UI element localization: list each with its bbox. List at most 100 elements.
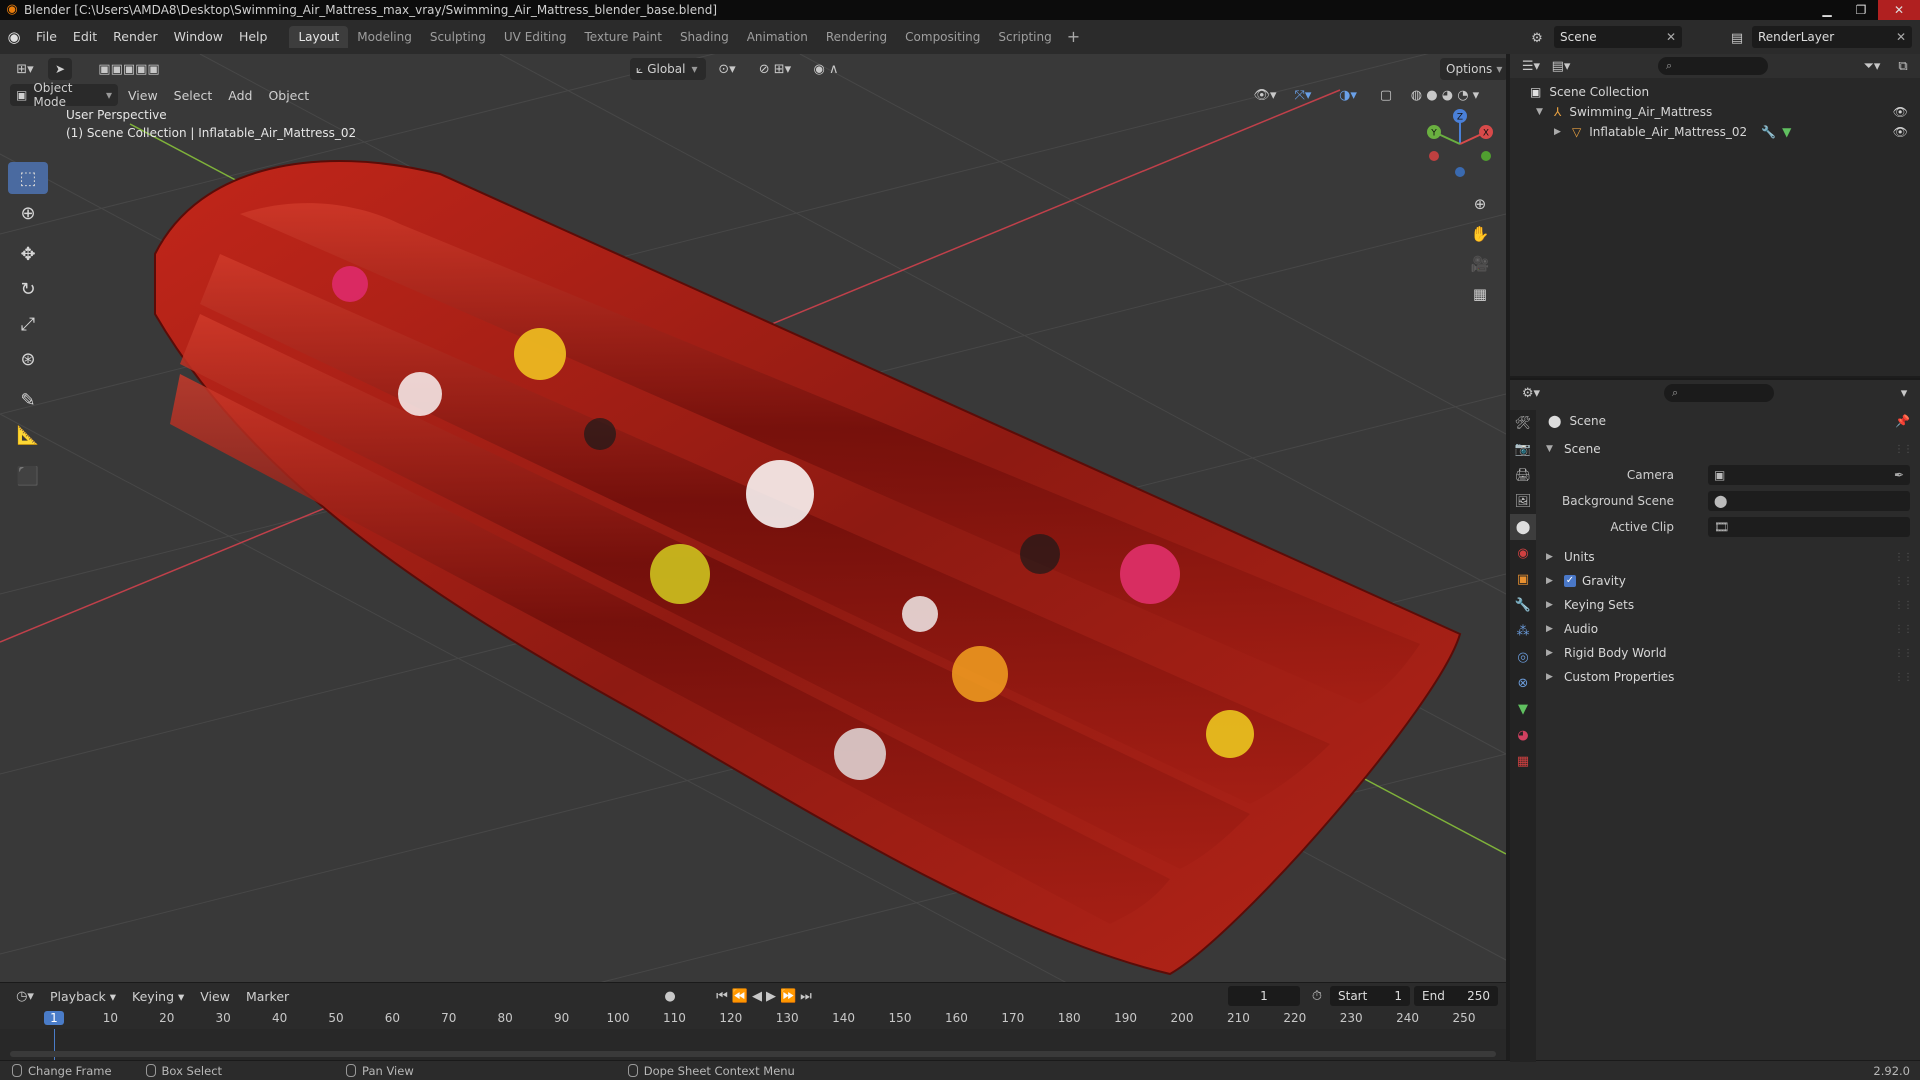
properties-search-input[interactable]: ⌕: [1664, 384, 1774, 402]
particles-properties-icon[interactable]: ⁂: [1510, 618, 1536, 644]
options-dropdown[interactable]: Options ▾: [1440, 58, 1506, 80]
timeline-editor-type-icon[interactable]: ◷▾: [8, 985, 42, 1007]
pan-hand-icon[interactable]: ✋: [1466, 220, 1494, 248]
select-tool-icon[interactable]: ➤: [48, 58, 72, 80]
measure-tool-icon[interactable]: 📐: [8, 419, 48, 451]
scene-properties-icon[interactable]: ⬤: [1510, 514, 1536, 540]
preview-range-icon[interactable]: ⏱: [1306, 985, 1328, 1007]
physics-properties-icon[interactable]: ◎: [1510, 644, 1536, 670]
drag-handle-icon[interactable]: ⋮⋮: [1894, 648, 1913, 659]
new-collection-icon[interactable]: ⧉: [1892, 56, 1914, 76]
drag-handle-icon[interactable]: ⋮⋮: [1894, 576, 1913, 587]
tab-layout[interactable]: Layout: [289, 26, 349, 48]
outliner-search-input[interactable]: ⌕: [1658, 57, 1768, 75]
tab-uv-editing[interactable]: UV Editing: [495, 26, 576, 48]
custom-properties-panel-header[interactable]: ▶ Custom Properties ⋮⋮: [1538, 666, 1920, 688]
constraints-properties-icon[interactable]: ⊗: [1510, 670, 1536, 696]
display-mode-icon[interactable]: ▤▾: [1546, 56, 1576, 76]
tab-modeling[interactable]: Modeling: [348, 26, 421, 48]
editor-type-icon[interactable]: ⊞▾: [8, 58, 42, 80]
xray-toggle-icon[interactable]: ▢: [1376, 84, 1396, 106]
chevron-down-icon[interactable]: ▾: [1896, 383, 1912, 403]
outliner-editor-type-icon[interactable]: ☰▾: [1516, 56, 1546, 76]
material-properties-icon[interactable]: ◕: [1510, 722, 1536, 748]
gizmo-toggle-icon[interactable]: ⤧▾: [1288, 84, 1318, 106]
data-properties-icon[interactable]: ▼: [1510, 696, 1536, 722]
scale-tool-icon[interactable]: ⤢: [8, 308, 48, 340]
outliner-scene-collection[interactable]: ▣ Scene Collection: [1510, 82, 1920, 102]
blender-menu-icon[interactable]: ◉: [0, 28, 28, 46]
move-tool-icon[interactable]: ✥: [8, 238, 48, 270]
scene-panel-header[interactable]: ▼ Scene ⋮⋮: [1538, 438, 1920, 460]
shading-mode-icons[interactable]: ◍ ● ◕ ◔ ▾: [1400, 84, 1490, 106]
select-box-tool-icon[interactable]: ⬚: [8, 162, 48, 194]
view-layer-properties-icon[interactable]: 🖼: [1510, 488, 1536, 514]
drag-handle-icon[interactable]: ⋮⋮: [1894, 672, 1913, 683]
world-properties-icon[interactable]: ◉: [1510, 540, 1536, 566]
properties-editor[interactable]: ⚙▾ ⌕ ▾ 🛠 📷 🖨 🖼 ⬤ ◉ ▣ 🔧 ⁂ ◎ ⊗ ▼ ◕ ▦ ⬤ Sce…: [1510, 378, 1920, 1062]
audio-panel-header[interactable]: ▶ Audio ⋮⋮: [1538, 618, 1920, 640]
modifier-properties-icon[interactable]: 🔧: [1510, 592, 1536, 618]
ortho-grid-icon[interactable]: ▦: [1466, 280, 1494, 308]
timeline-scrollbar[interactable]: [10, 1051, 1496, 1057]
camera-field[interactable]: ▣ ✒: [1708, 465, 1910, 485]
gravity-panel-header[interactable]: ▶ ✓ Gravity ⋮⋮: [1538, 570, 1920, 592]
object-properties-icon[interactable]: ▣: [1510, 566, 1536, 592]
transform-orientation-dropdown[interactable]: ⟀ Global ▾: [630, 58, 706, 80]
add-workspace-button[interactable]: +: [1061, 26, 1086, 48]
snap-icon[interactable]: ⊘ ⊞▾: [750, 58, 800, 80]
timeline-track-area[interactable]: [0, 1029, 1506, 1061]
expand-down-icon[interactable]: ▼: [1536, 107, 1546, 117]
visibility-icon[interactable]: 👁▾: [1250, 84, 1280, 106]
proportional-edit-icon[interactable]: ◉ ∧: [806, 58, 846, 80]
expand-right-icon[interactable]: ▶: [1554, 127, 1564, 137]
tab-shading[interactable]: Shading: [671, 26, 738, 48]
outliner-collection-row[interactable]: ▼ ⅄ Swimming_Air_Mattress 👁: [1510, 102, 1920, 122]
mode-dropdown[interactable]: ▣ Object Mode ▾: [10, 81, 118, 109]
drag-handle-icon[interactable]: ⋮⋮: [1894, 624, 1913, 635]
annotate-tool-icon[interactable]: ✎: [8, 384, 48, 416]
keying-sets-panel-header[interactable]: ▶ Keying Sets ⋮⋮: [1538, 594, 1920, 616]
drag-handle-icon[interactable]: ⋮⋮: [1894, 600, 1913, 611]
texture-properties-icon[interactable]: ▦: [1510, 748, 1536, 774]
filter-icon[interactable]: ⏷▾: [1858, 56, 1886, 76]
tab-compositing[interactable]: Compositing: [896, 26, 989, 48]
eye-icon[interactable]: 👁: [1893, 125, 1908, 139]
record-icon[interactable]: ●: [660, 986, 680, 1006]
active-clip-field[interactable]: 🎞: [1708, 517, 1910, 537]
drag-handle-icon[interactable]: ⋮⋮: [1894, 552, 1913, 563]
viewport-menu-add[interactable]: Add: [220, 88, 260, 103]
background-scene-field[interactable]: ⬤: [1708, 491, 1910, 511]
scene-close-icon[interactable]: ✕: [1666, 30, 1676, 44]
tab-animation[interactable]: Animation: [738, 26, 817, 48]
overlay-toggle-icon[interactable]: ◑▾: [1330, 84, 1366, 106]
output-properties-icon[interactable]: 🖨: [1510, 462, 1536, 488]
menu-edit[interactable]: Edit: [65, 26, 105, 48]
timeline-menu-marker[interactable]: Marker: [238, 989, 297, 1004]
layer-selector[interactable]: RenderLayer ✕: [1752, 26, 1912, 48]
drag-handle-icon[interactable]: ⋮⋮: [1894, 444, 1913, 455]
current-frame-field[interactable]: 1: [1228, 986, 1300, 1006]
units-panel-header[interactable]: ▶ Units ⋮⋮: [1538, 546, 1920, 568]
navigation-gizmo[interactable]: Z X Y: [1420, 104, 1500, 184]
minimize-button[interactable]: ▁: [1810, 0, 1844, 20]
timeline-menu-keying[interactable]: Keying ▾: [124, 989, 192, 1004]
start-frame-field[interactable]: Start 1: [1330, 986, 1410, 1006]
timeline-menu-view[interactable]: View: [192, 989, 238, 1004]
tool-properties-icon[interactable]: 🛠: [1510, 410, 1536, 436]
viewport-menu-view[interactable]: View: [120, 88, 166, 103]
viewport-menu-select[interactable]: Select: [166, 88, 221, 103]
scene-selector[interactable]: Scene ✕: [1554, 26, 1682, 48]
tab-scripting[interactable]: Scripting: [989, 26, 1060, 48]
playback-controls-icons[interactable]: ⏮⏪◀▶⏩⏭: [706, 986, 826, 1006]
zoom-icon[interactable]: ⊕: [1466, 190, 1494, 218]
close-button[interactable]: ✕: [1878, 0, 1920, 20]
frame-ruler[interactable]: 1 10 20 30 40 50 60 70 80 90 100 110 120 130 140 150 160…: [0, 1009, 1506, 1029]
cursor-tool-icon[interactable]: ⊕: [8, 197, 48, 229]
rigid-body-world-panel-header[interactable]: ▶ Rigid Body World ⋮⋮: [1538, 642, 1920, 664]
tab-texture-paint[interactable]: Texture Paint: [576, 26, 671, 48]
viewport-menu-object[interactable]: Object: [260, 88, 317, 103]
eyedropper-icon[interactable]: ✒: [1894, 468, 1904, 482]
camera-view-icon[interactable]: 🎥: [1466, 250, 1494, 278]
tab-rendering[interactable]: Rendering: [817, 26, 896, 48]
